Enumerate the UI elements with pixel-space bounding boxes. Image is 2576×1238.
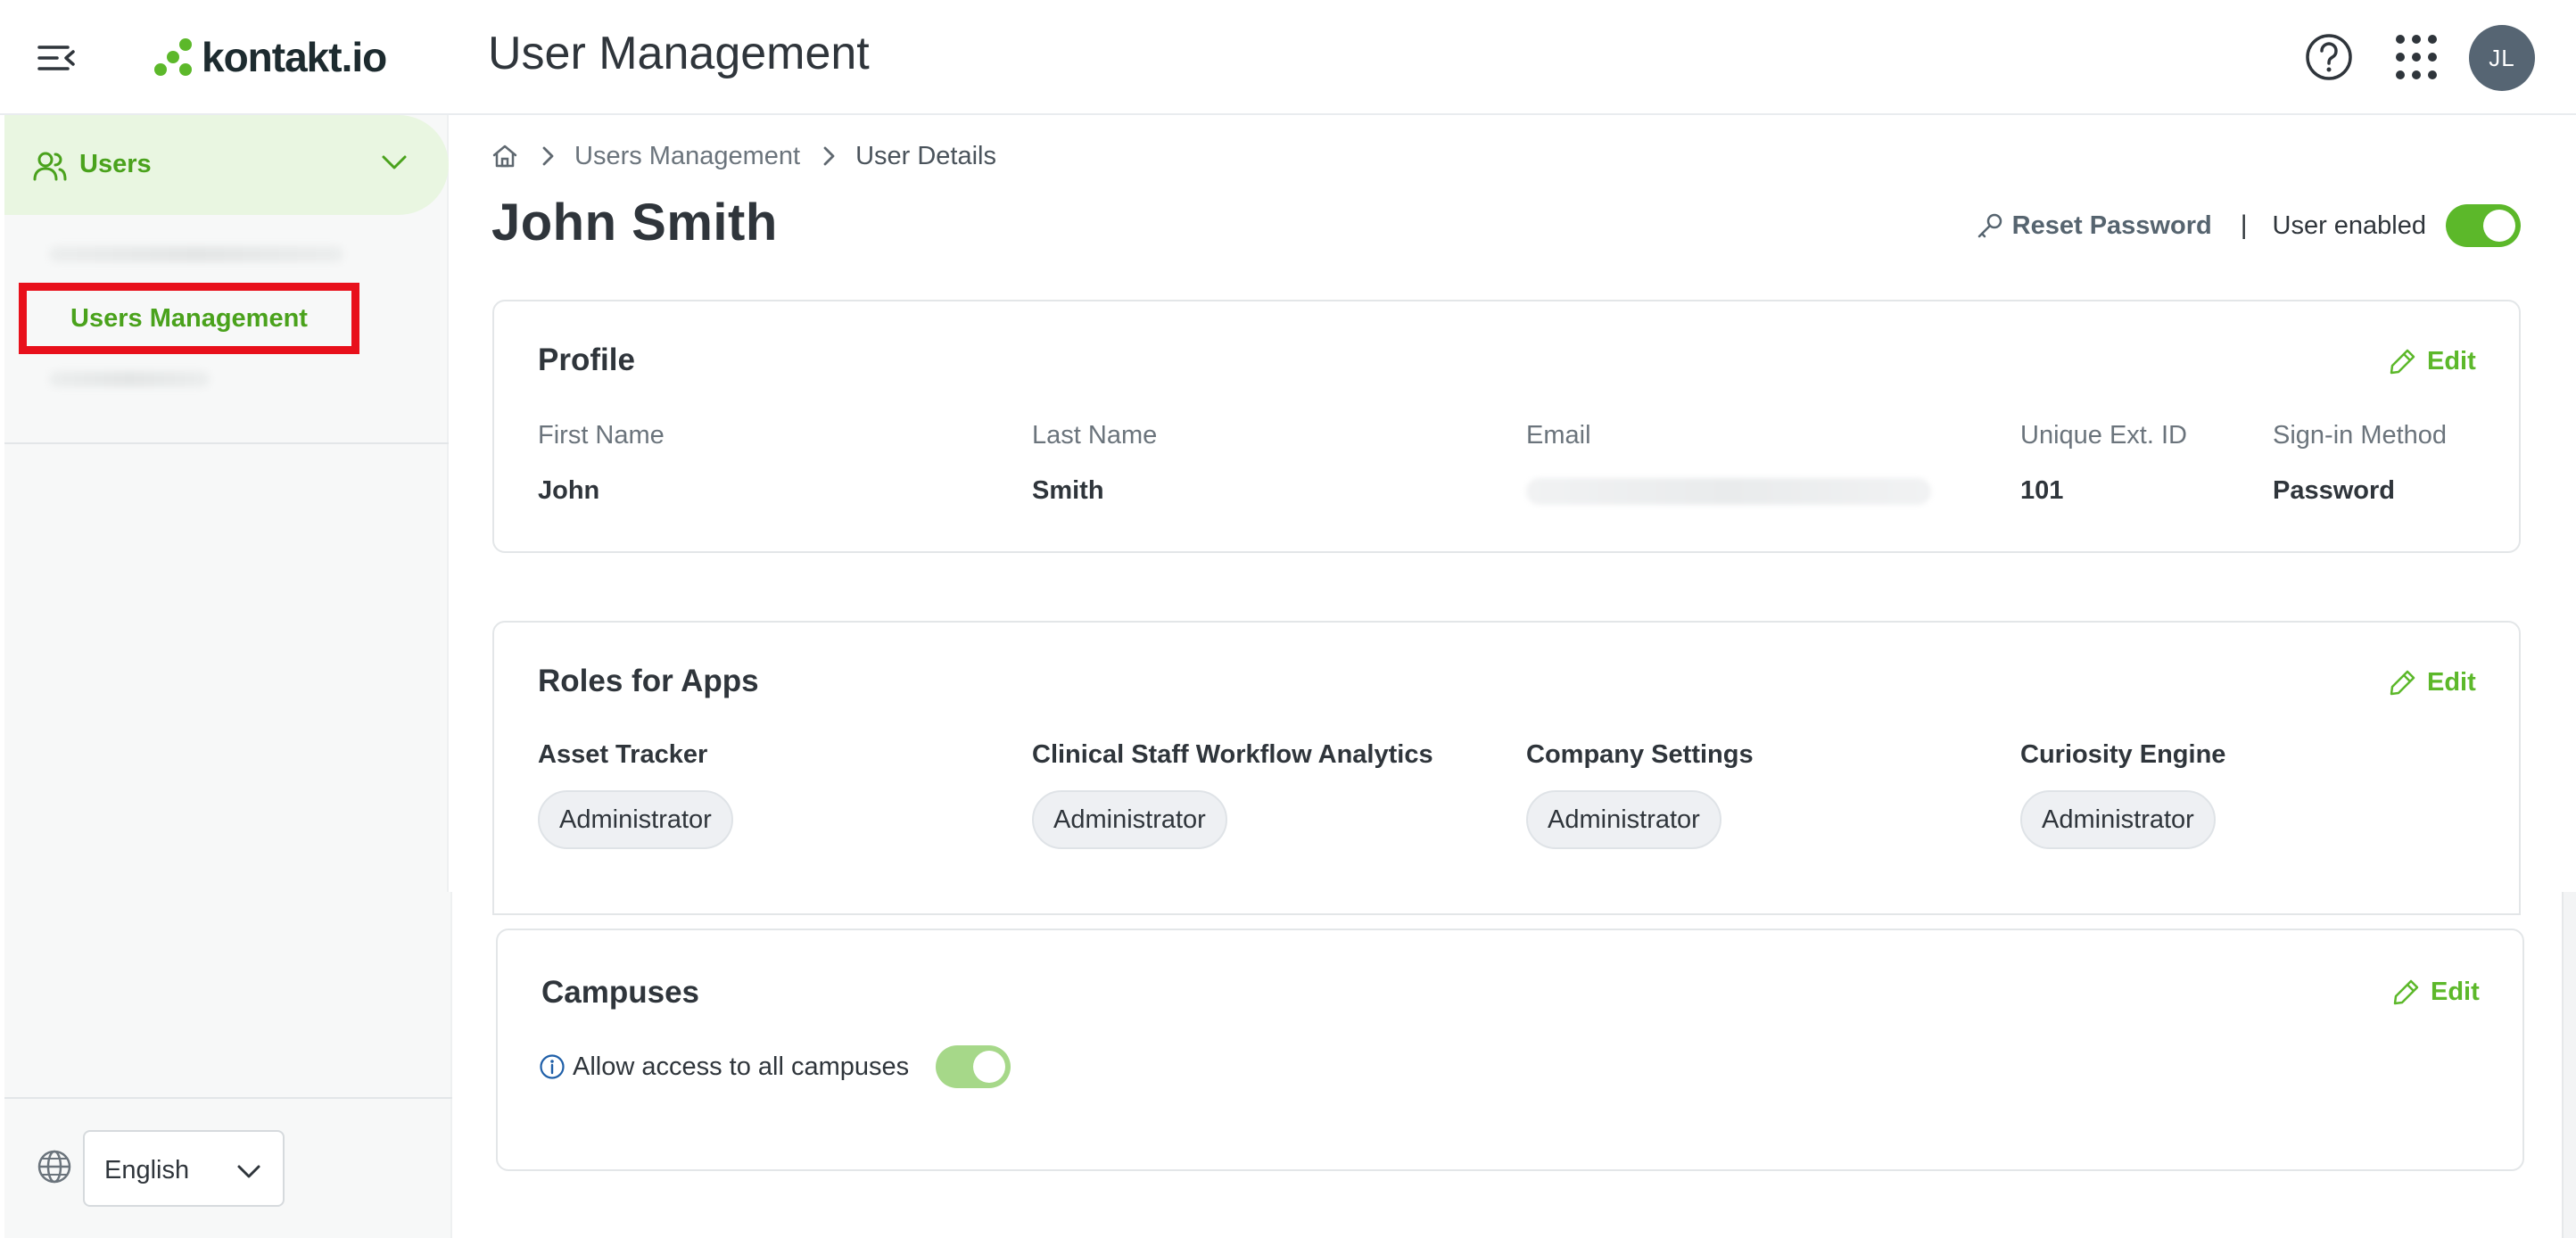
user-enabled-label: User enabled <box>2272 210 2427 240</box>
chevron-down-icon <box>382 155 407 169</box>
role-chip: Administrator <box>1526 790 1721 849</box>
menu-collapse-icon[interactable] <box>36 37 77 78</box>
profile-card: Profile Edit First Name John Last Name S… <box>492 300 2521 553</box>
sidebar-item-users-management[interactable]: Users Management <box>19 283 359 354</box>
users-icon <box>33 152 67 181</box>
roles-edit-button[interactable]: Edit <box>2388 667 2476 697</box>
breadcrumb-users-management[interactable]: Users Management <box>574 142 800 171</box>
sidebar-group-label: Users <box>79 150 152 178</box>
breadcrumb-user-details: User Details <box>855 141 996 170</box>
role-chip: Administrator <box>2020 790 2216 849</box>
sidebar-footer: English <box>4 892 452 1238</box>
role-chip: Administrator <box>538 790 733 849</box>
last-name-value: Smith <box>1032 476 1104 505</box>
redacted-email-value <box>1526 478 1931 505</box>
edit-label: Edit <box>2427 346 2476 376</box>
roles-card: Roles for Apps Edit Asset Tracker Admini… <box>492 621 2521 915</box>
campuses-title: Campuses <box>541 975 700 1010</box>
last-name-label: Last Name <box>1032 421 1158 450</box>
first-name-value: John <box>538 476 600 505</box>
page-title: John Smith <box>491 194 778 252</box>
breadcrumb: Users Management User Details <box>491 138 996 174</box>
language-value: English <box>104 1156 190 1184</box>
apps-grid-icon[interactable] <box>2393 32 2440 82</box>
home-icon[interactable] <box>491 142 519 170</box>
allow-all-campuses-label: Allow access to all campuses <box>573 1052 910 1081</box>
profile-title: Profile <box>538 343 635 377</box>
app-name: Asset Tracker <box>538 740 708 769</box>
pencil-icon <box>2390 349 2415 375</box>
kontakt-logo-icon <box>154 38 192 76</box>
user-enabled-toggle[interactable] <box>2446 204 2521 247</box>
reset-password-button[interactable]: Reset Password <box>1975 210 2212 241</box>
first-name-label: First Name <box>538 421 665 450</box>
info-icon <box>540 1054 565 1079</box>
app-name: Company Settings <box>1526 740 1754 769</box>
language-select[interactable]: English <box>83 1130 285 1207</box>
edit-label: Edit <box>2427 667 2476 697</box>
allow-all-campuses-toggle[interactable] <box>936 1045 1011 1088</box>
unique-ext-id-label: Unique Ext. ID <box>2020 421 2187 450</box>
kontakt-logo[interactable]: kontakt.io <box>153 30 387 84</box>
profile-edit-button[interactable]: Edit <box>2388 346 2476 376</box>
user-avatar[interactable]: JL <box>2469 25 2535 91</box>
chevron-right-icon <box>542 146 554 166</box>
chevron-down-icon <box>237 1165 260 1178</box>
help-icon[interactable] <box>2304 32 2354 82</box>
unique-ext-id-value: 101 <box>2020 476 2064 505</box>
redacted-menu-item <box>49 371 210 387</box>
app-name: Curiosity Engine <box>2020 740 2226 769</box>
sign-in-method-label: Sign-in Method <box>2273 421 2448 450</box>
sidebar: Users Users Management <box>4 115 449 892</box>
logo-text: kontakt.io <box>202 34 387 80</box>
actions-separator: | <box>2240 210 2248 240</box>
chevron-right-icon <box>823 146 835 166</box>
sidebar-group-users[interactable]: Users <box>4 115 449 215</box>
roles-title: Roles for Apps <box>538 664 759 698</box>
redacted-menu-item <box>49 246 343 262</box>
edit-label: Edit <box>2431 977 2480 1006</box>
app-name: Clinical Staff Workflow Analytics <box>1032 740 1433 769</box>
key-icon <box>1977 213 2002 238</box>
email-label: Email <box>1526 421 1591 450</box>
pencil-icon <box>2390 670 2415 696</box>
sidebar-divider <box>4 442 449 444</box>
globe-icon <box>37 1150 71 1184</box>
top-bar: kontakt.io User Management JL <box>0 0 2576 115</box>
page-actions: Reset Password | User enabled <box>1975 202 2521 250</box>
scrollbar-track[interactable] <box>2562 892 2576 1238</box>
allow-all-campuses-row: Allow access to all campuses <box>539 1045 1011 1088</box>
pencil-icon <box>2393 979 2419 1005</box>
sign-in-method-value: Password <box>2273 476 2395 505</box>
sidebar-item-label: Users Management <box>70 303 308 333</box>
app-title: User Management <box>488 28 870 79</box>
campuses-edit-button[interactable]: Edit <box>2391 977 2480 1007</box>
reset-password-label: Reset Password <box>2011 210 2212 240</box>
role-chip: Administrator <box>1032 790 1227 849</box>
sidebar-footer-divider <box>4 1097 452 1099</box>
